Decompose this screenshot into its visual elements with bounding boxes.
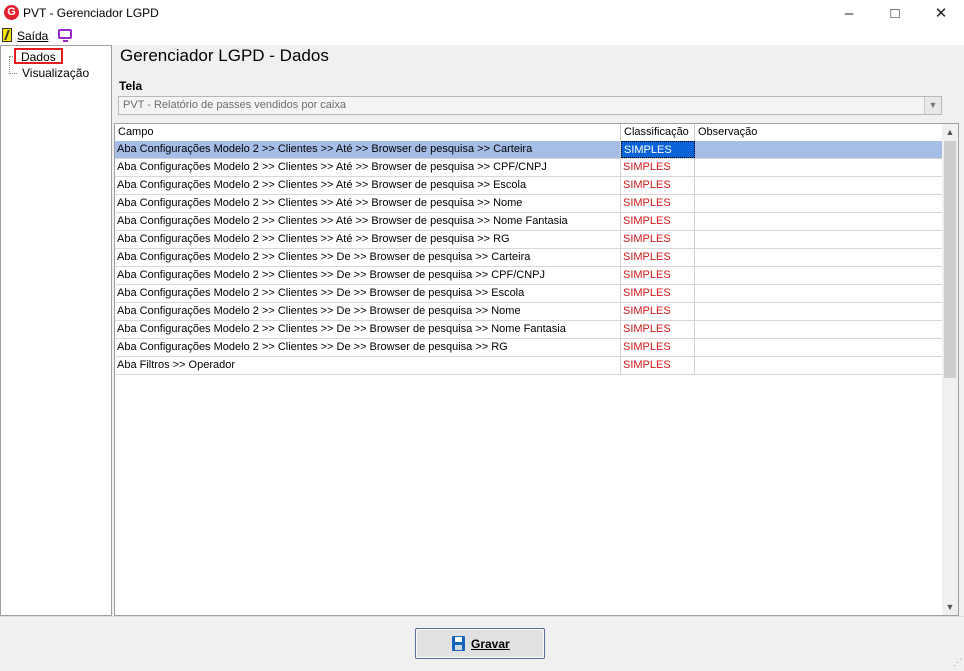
cell-classificacao[interactable]: SIMPLES xyxy=(621,321,695,338)
menu-saida-label: Saída xyxy=(17,29,49,43)
cell-observacao[interactable] xyxy=(695,321,943,338)
app-logo-icon: G xyxy=(4,5,19,20)
window-title: PVT - Gerenciador LGPD xyxy=(23,6,159,20)
minimize-button[interactable]: – xyxy=(826,0,872,27)
page-title: Gerenciador LGPD - Dados xyxy=(120,46,329,65)
cell-classificacao[interactable]: SIMPLES xyxy=(621,213,695,230)
maximize-button[interactable]: □ xyxy=(872,0,918,27)
cell-campo[interactable]: Aba Configurações Modelo 2 >> Clientes >… xyxy=(115,339,621,356)
navigation-tree: Dados Visualização xyxy=(0,45,112,616)
cell-classificacao[interactable]: SIMPLES xyxy=(621,267,695,284)
cell-campo[interactable]: Aba Configurações Modelo 2 >> Clientes >… xyxy=(115,249,621,266)
table-row[interactable]: Aba Configurações Modelo 2 >> Clientes >… xyxy=(115,249,943,267)
chevron-up-icon[interactable]: ▲ xyxy=(942,124,958,140)
table-row[interactable]: Aba Configurações Modelo 2 >> Clientes >… xyxy=(115,321,943,339)
cell-observacao[interactable] xyxy=(695,159,943,176)
table-row[interactable]: Aba Configurações Modelo 2 >> Clientes >… xyxy=(115,231,943,249)
cell-campo[interactable]: Aba Configurações Modelo 2 >> Clientes >… xyxy=(115,303,621,320)
table-row[interactable]: Aba Configurações Modelo 2 >> Clientes >… xyxy=(115,339,943,357)
cell-observacao[interactable] xyxy=(695,231,943,248)
cell-classificacao[interactable]: SIMPLES xyxy=(621,177,695,194)
table-row[interactable]: Aba Configurações Modelo 2 >> Clientes >… xyxy=(115,285,943,303)
cell-classificacao[interactable]: SIMPLES xyxy=(621,195,695,212)
cell-observacao[interactable] xyxy=(695,141,943,158)
table-row[interactable]: Aba Configurações Modelo 2 >> Clientes >… xyxy=(115,195,943,213)
cell-observacao[interactable] xyxy=(695,249,943,266)
cell-campo[interactable]: Aba Configurações Modelo 2 >> Clientes >… xyxy=(115,213,621,230)
cell-classificacao[interactable]: SIMPLES xyxy=(621,303,695,320)
cell-classificacao[interactable]: SIMPLES xyxy=(621,249,695,266)
table-row[interactable]: Aba Configurações Modelo 2 >> Clientes >… xyxy=(115,141,943,159)
cell-campo[interactable]: Aba Configurações Modelo 2 >> Clientes >… xyxy=(115,231,621,248)
tree-item-dados[interactable]: Dados xyxy=(14,48,63,64)
grid-header: Campo Classificação Observação xyxy=(115,124,943,142)
cell-classificacao[interactable]: SIMPLES xyxy=(621,231,695,248)
tela-select[interactable]: PVT - Relatório de passes vendidos por c… xyxy=(118,96,942,115)
tela-label: Tela xyxy=(119,79,143,93)
save-button-label: Gravar xyxy=(471,637,510,651)
resize-grip-icon[interactable]: ⋰ xyxy=(953,657,962,668)
exit-icon[interactable] xyxy=(2,28,12,42)
column-header-classificacao[interactable]: Classificação xyxy=(621,124,695,141)
cell-classificacao[interactable]: SIMPLES xyxy=(621,357,695,374)
save-button-label-text: Gravar xyxy=(471,637,510,651)
table-row[interactable]: Aba Configurações Modelo 2 >> Clientes >… xyxy=(115,159,943,177)
cell-observacao[interactable] xyxy=(695,213,943,230)
cell-observacao[interactable] xyxy=(695,285,943,302)
cell-campo[interactable]: Aba Configurações Modelo 2 >> Clientes >… xyxy=(115,177,621,194)
data-grid: Campo Classificação Observação Aba Confi… xyxy=(114,123,959,616)
cell-campo[interactable]: Aba Configurações Modelo 2 >> Clientes >… xyxy=(115,285,621,302)
monitor-icon[interactable] xyxy=(58,29,72,42)
cell-campo[interactable]: Aba Configurações Modelo 2 >> Clientes >… xyxy=(115,159,621,176)
column-header-campo[interactable]: Campo xyxy=(115,124,621,141)
tree-item-visualizacao[interactable]: Visualização xyxy=(22,66,89,80)
cell-observacao[interactable] xyxy=(695,357,943,374)
cell-observacao[interactable] xyxy=(695,339,943,356)
tree-connector xyxy=(9,56,10,74)
cell-classificacao[interactable]: SIMPLES xyxy=(621,339,695,356)
chevron-down-icon[interactable]: ▼ xyxy=(942,599,958,615)
cell-campo[interactable]: Aba Configurações Modelo 2 >> Clientes >… xyxy=(115,267,621,284)
table-row[interactable]: Aba Filtros >> Operador SIMPLES xyxy=(115,357,943,375)
cell-campo[interactable]: Aba Filtros >> Operador xyxy=(115,357,621,374)
scrollbar-thumb[interactable] xyxy=(944,141,956,378)
table-row[interactable]: Aba Configurações Modelo 2 >> Clientes >… xyxy=(115,213,943,231)
cell-classificacao[interactable]: SIMPLES xyxy=(621,141,695,158)
tree-connector xyxy=(9,73,17,74)
vertical-scrollbar[interactable]: ▲ ▼ xyxy=(942,124,958,615)
cell-observacao[interactable] xyxy=(695,195,943,212)
cell-classificacao[interactable]: SIMPLES xyxy=(621,285,695,302)
column-header-observacao[interactable]: Observação xyxy=(695,124,943,141)
save-icon xyxy=(452,636,465,651)
cell-observacao[interactable] xyxy=(695,177,943,194)
table-row[interactable]: Aba Configurações Modelo 2 >> Clientes >… xyxy=(115,303,943,321)
table-row[interactable]: Aba Configurações Modelo 2 >> Clientes >… xyxy=(115,267,943,285)
cell-observacao[interactable] xyxy=(695,267,943,284)
menu-saida[interactable]: Saída xyxy=(17,29,48,43)
cell-campo[interactable]: Aba Configurações Modelo 2 >> Clientes >… xyxy=(115,195,621,212)
close-button[interactable]: ✕ xyxy=(918,0,964,27)
title-bar: G PVT - Gerenciador LGPD – □ ✕ xyxy=(0,0,964,28)
cell-classificacao[interactable]: SIMPLES xyxy=(621,159,695,176)
table-row[interactable]: Aba Configurações Modelo 2 >> Clientes >… xyxy=(115,177,943,195)
chevron-down-icon[interactable]: ▼ xyxy=(924,97,941,114)
tela-select-value: PVT - Relatório de passes vendidos por c… xyxy=(123,99,346,111)
save-button[interactable]: Gravar xyxy=(415,628,545,659)
cell-observacao[interactable] xyxy=(695,303,943,320)
cell-campo[interactable]: Aba Configurações Modelo 2 >> Clientes >… xyxy=(115,141,621,158)
cell-campo[interactable]: Aba Configurações Modelo 2 >> Clientes >… xyxy=(115,321,621,338)
menu-bar xyxy=(0,27,964,45)
